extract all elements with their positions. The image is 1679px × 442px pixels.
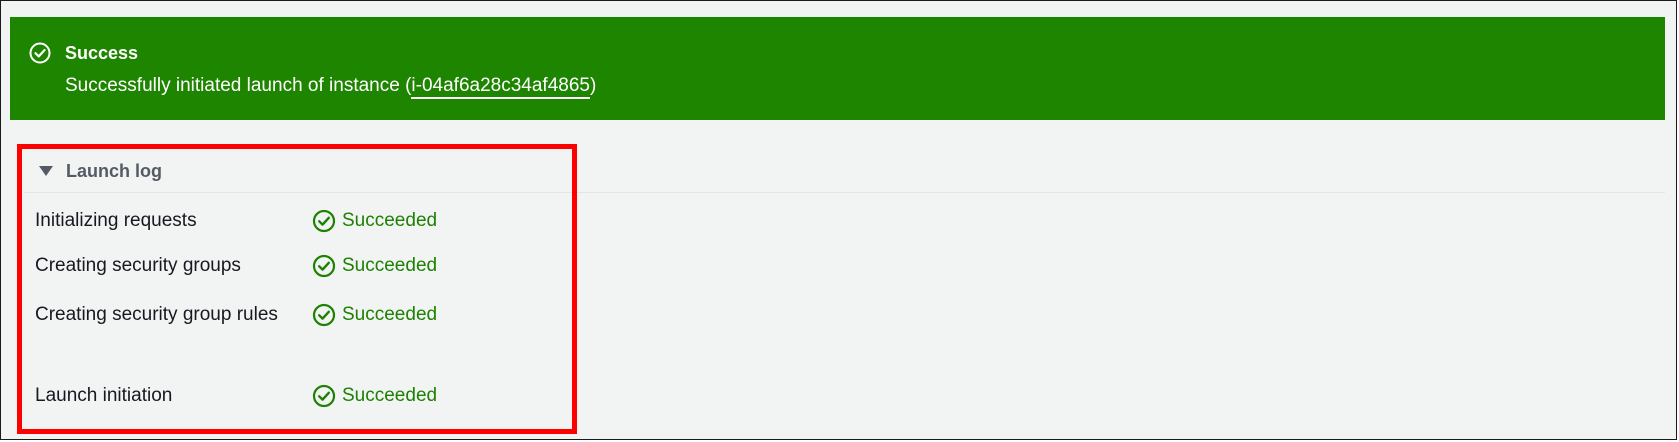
launch-log-toggle[interactable]: Launch log <box>39 157 162 185</box>
status-text: Succeeded <box>342 385 438 406</box>
check-circle-icon <box>312 209 336 233</box>
log-step-label: Creating security groups <box>35 255 241 276</box>
log-row-creating-security-groups: Creating security groups Succeeded <box>35 250 535 282</box>
log-row-launch-initiation: Launch initiation Succeeded <box>35 380 535 412</box>
flash-message: Successfully initiated launch of instanc… <box>65 74 597 99</box>
status-text: Succeeded <box>342 304 438 325</box>
caret-down-icon <box>39 166 53 176</box>
flash-title: Success <box>65 43 139 63</box>
check-circle-icon <box>29 42 51 64</box>
section-divider <box>24 192 1665 193</box>
status-text: Succeeded <box>342 255 438 276</box>
check-circle-icon <box>312 254 336 278</box>
flash-message-prefix: Successfully initiated launch of instanc… <box>65 75 412 96</box>
log-step-label: Initializing requests <box>35 210 197 231</box>
check-circle-icon <box>312 384 336 408</box>
launch-log-title: Launch log <box>66 161 162 181</box>
status-text: Succeeded <box>342 210 438 231</box>
log-row-initializing-requests: Initializing requests Succeeded <box>35 205 535 237</box>
log-step-label: Creating security group rules <box>35 304 278 325</box>
instance-id-link[interactable]: i-04af6a28c34af4865 <box>411 75 590 99</box>
log-step-status: Succeeded <box>312 209 437 233</box>
app-frame: Success Successfully initiated launch of… <box>0 0 1677 440</box>
success-flashbar: Success Successfully initiated launch of… <box>10 17 1665 120</box>
log-row-creating-security-group-rules: Creating security group rules Succeeded <box>35 299 535 363</box>
log-step-status: Succeeded <box>312 384 437 408</box>
flash-message-suffix: ) <box>589 75 597 96</box>
check-circle-icon <box>312 303 336 327</box>
log-step-status: Succeeded <box>312 303 437 327</box>
log-step-status: Succeeded <box>312 254 437 278</box>
log-step-label: Launch initiation <box>35 385 173 406</box>
